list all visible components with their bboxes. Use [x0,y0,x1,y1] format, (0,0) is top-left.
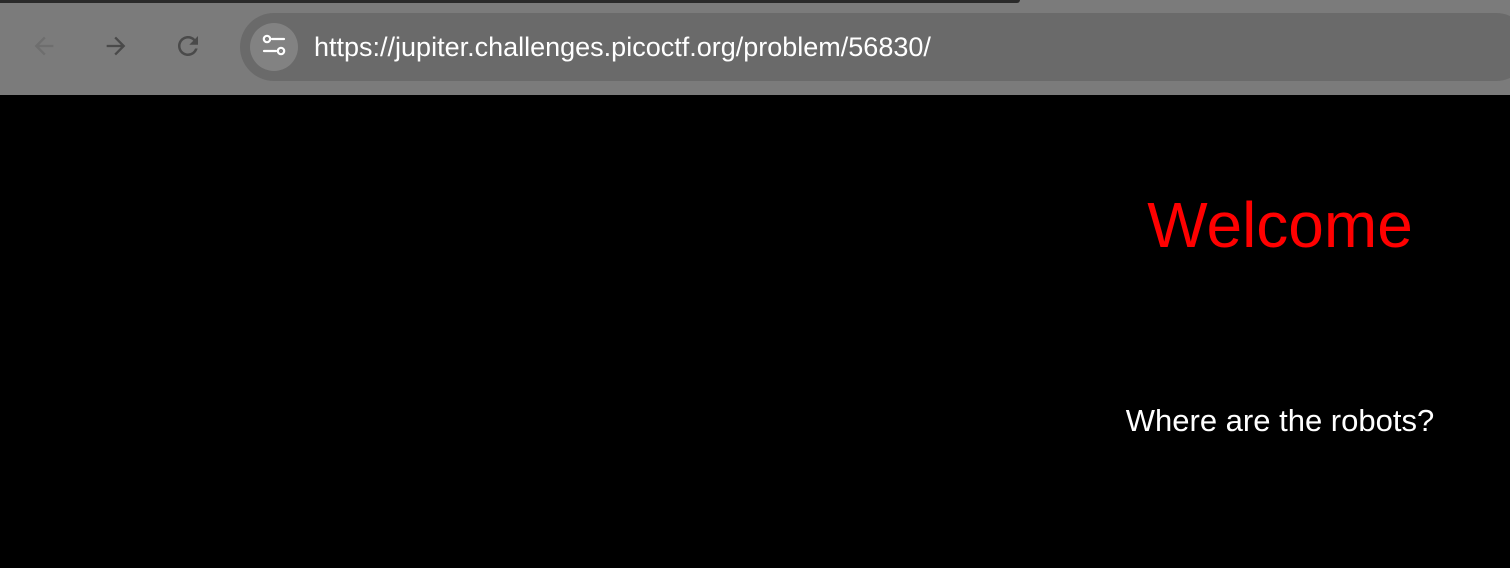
reload-icon [173,31,203,61]
forward-button[interactable] [96,26,136,66]
arrow-right-icon [102,32,130,60]
back-button[interactable] [24,26,64,66]
tune-icon [260,31,288,64]
arrow-left-icon [30,32,58,60]
page-content: Welcome Where are the robots? [0,95,1510,568]
browser-toolbar: https://jupiter.challenges.picoctf.org/p… [0,0,1510,95]
url-text[interactable]: https://jupiter.challenges.picoctf.org/p… [314,13,931,81]
tab-strip-edge [0,0,1020,3]
page-heading: Welcome [1147,189,1413,261]
page-subtext: Where are the robots? [1125,403,1435,438]
reload-button[interactable] [168,26,208,66]
address-bar[interactable]: https://jupiter.challenges.picoctf.org/p… [240,13,1510,81]
site-info-button[interactable] [250,23,298,71]
